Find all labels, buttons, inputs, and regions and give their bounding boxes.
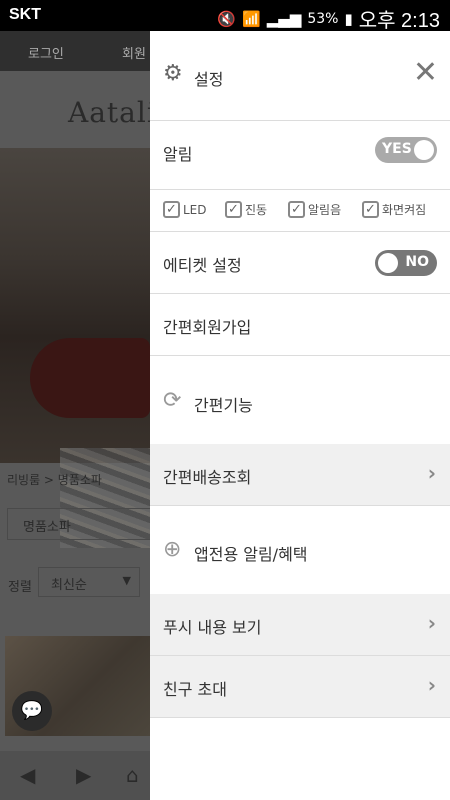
breadcrumb: 리빙룸 > 명품소파 (7, 473, 102, 487)
status-icons: 🔇 📶 ▂▄▆ 53% ▮ 오후 2:13 (217, 4, 440, 33)
battery-icon: ▮ (344, 9, 353, 28)
toggle-knob (414, 140, 434, 160)
clock: 오후 2:13 (358, 10, 440, 32)
bg-top-nav: 로그인 회원 (0, 31, 150, 71)
chevron-right-icon: › (427, 611, 436, 635)
caret-down-icon: ▼ (122, 574, 131, 587)
checkbox-checked-icon: ✓ (225, 201, 242, 218)
checkbox-checked-icon: ✓ (362, 201, 379, 218)
app-benefits-header: ⊕ 앱전용 알림/혜택 (150, 506, 450, 594)
signal-icon: ▂▄▆ (266, 9, 302, 28)
bg-member-link: 회원 (122, 47, 146, 62)
target-icon: ⊕ (163, 537, 182, 562)
status-bar: SKT 🔇 📶 ▂▄▆ 53% ▮ 오후 2:13 (0, 0, 450, 33)
settings-drawer: ⚙ 설정 ✕ 알림 YES ✓ LED ✓ 진동 ✓ 알림음 ✓ 화면켜짐 에티… (150, 31, 450, 800)
quick-features-header: ⟳ 간편기능 (150, 356, 450, 444)
option-sound[interactable]: ✓ 알림음 (288, 201, 341, 218)
sort-select: 최신순 ▼ (38, 567, 140, 597)
checkbox-checked-icon: ✓ (288, 201, 305, 218)
notification-label: 알림 (163, 145, 193, 164)
quick-features-title: 간편기능 (194, 396, 253, 415)
forward-arrow-icon: ▶ (76, 763, 92, 787)
signup-row[interactable]: 간편회원가입 (150, 294, 450, 356)
category-select: 명품소파 (7, 508, 150, 540)
close-icon[interactable]: ✕ (413, 58, 438, 88)
hero-photo (0, 148, 150, 548)
checkbox-checked-icon: ✓ (163, 201, 180, 218)
option-screen-on[interactable]: ✓ 화면켜짐 (362, 201, 426, 218)
option-label: LED (183, 202, 207, 217)
browser-bottom-bar: ◀ ▶ ⌂ (0, 751, 150, 800)
sort-select-value: 최신순 (51, 578, 87, 593)
home-icon: ⌂ (126, 763, 139, 787)
bg-login-link: 로그인 (28, 47, 64, 62)
option-label: 알림음 (308, 203, 342, 217)
option-led[interactable]: ✓ LED (163, 201, 207, 218)
etiquette-row: 에티켓 설정 NO (150, 232, 450, 294)
push-view-row[interactable]: 푸시 내용 보기 › (150, 594, 450, 656)
wifi-icon: 📶 (242, 9, 261, 28)
background-page: 로그인 회원 Aatalia 리빙룸 > 명품소파 명품소파 정렬 최신순 ▼ … (0, 31, 150, 800)
etiquette-label: 에티켓 설정 (163, 256, 242, 275)
toggle-text: NO (405, 254, 429, 270)
drawer-title: 설정 (194, 70, 224, 89)
notification-toggle[interactable]: YES (375, 137, 437, 163)
drawer-header: ⚙ 설정 ✕ (150, 31, 450, 121)
delivery-lookup-row[interactable]: 간편배송조회 › (150, 444, 450, 506)
refresh-icon: ⟳ (163, 388, 182, 413)
gear-icon: ⚙ (163, 61, 183, 86)
toggle-knob (378, 253, 398, 273)
mute-icon: 🔇 (217, 9, 237, 28)
app-benefits-title: 앱전용 알림/혜택 (194, 545, 308, 564)
delivery-lookup-label: 간편배송조회 (163, 468, 252, 487)
option-label: 진동 (245, 203, 268, 217)
toggle-text: YES (382, 141, 412, 157)
invite-friend-label: 친구 초대 (163, 680, 227, 699)
sofa-image (30, 338, 150, 418)
option-vibrate[interactable]: ✓ 진동 (225, 201, 267, 218)
notification-row: 알림 YES (150, 128, 450, 190)
etiquette-toggle[interactable]: NO (375, 250, 437, 276)
chevron-right-icon: › (427, 673, 436, 697)
sort-label: 정렬 (8, 580, 32, 595)
chevron-right-icon: › (427, 461, 436, 485)
back-arrow-icon: ◀ (20, 763, 36, 787)
push-view-label: 푸시 내용 보기 (163, 618, 262, 637)
carrier-label: SKT (9, 6, 41, 23)
option-label: 화면켜짐 (382, 203, 427, 217)
chat-icon: 💬 (12, 691, 52, 731)
notification-options: ✓ LED ✓ 진동 ✓ 알림음 ✓ 화면켜짐 (150, 190, 450, 232)
brand-logo: Aatalia (68, 96, 150, 129)
battery-percent: 53% (307, 10, 339, 27)
invite-friend-row[interactable]: 친구 초대 › (150, 656, 450, 718)
signup-label: 간편회원가입 (163, 318, 252, 337)
